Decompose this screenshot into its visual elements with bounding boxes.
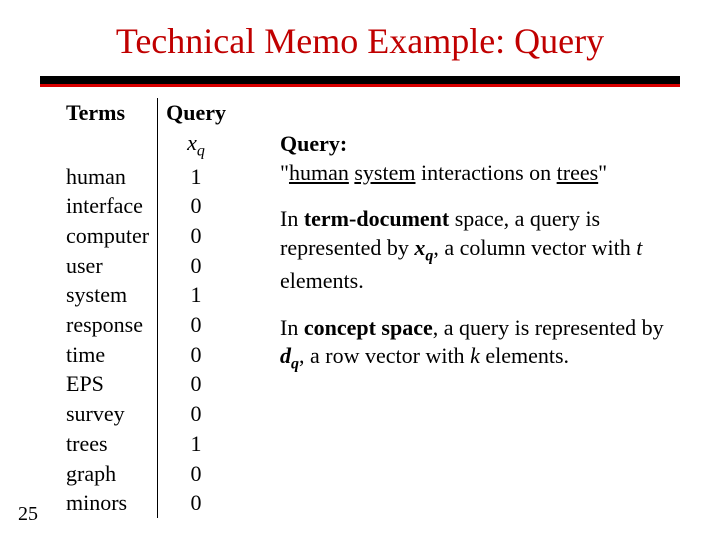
page-number: 25 <box>18 503 38 526</box>
term-cell: system <box>58 280 158 310</box>
value-cell: 0 <box>158 399 234 429</box>
value-cell: 0 <box>158 340 234 370</box>
term-cell: trees <box>58 429 158 459</box>
query-line: Query: "human system interactions on tre… <box>280 130 690 187</box>
term-cell: graph <box>58 459 158 489</box>
col-header-query: Query <box>158 98 234 128</box>
table-row: response0 <box>58 310 234 340</box>
value-cell: 0 <box>158 191 234 221</box>
table-row: trees1 <box>58 429 234 459</box>
term-cell: minors <box>58 488 158 518</box>
term-cell: EPS <box>58 369 158 399</box>
term-cell: survey <box>58 399 158 429</box>
table-row: system1 <box>58 280 234 310</box>
value-cell: 0 <box>158 488 234 518</box>
value-cell: 1 <box>158 162 234 192</box>
terms-table: Terms Query xq human1 interface0 compute… <box>58 98 234 518</box>
table-row: user0 <box>58 251 234 281</box>
term-cell: response <box>58 310 158 340</box>
table-row: interface0 <box>58 191 234 221</box>
paragraph-concept-space: In concept space, a query is represented… <box>280 314 690 376</box>
table-row: human1 <box>58 162 234 192</box>
term-cell: computer <box>58 221 158 251</box>
term-cell: human <box>58 162 158 192</box>
table-row: computer0 <box>58 221 234 251</box>
value-cell: 1 <box>158 280 234 310</box>
paragraph-term-document: In term-document space, a query is repre… <box>280 205 690 295</box>
value-cell: 0 <box>158 459 234 489</box>
col-header-terms: Terms <box>58 98 158 128</box>
term-cell: user <box>58 251 158 281</box>
body-text: Query: "human system interactions on tre… <box>280 130 690 393</box>
value-cell: 0 <box>158 251 234 281</box>
value-cell: 0 <box>158 221 234 251</box>
col-subheader-xq: xq <box>158 128 234 162</box>
value-cell: 1 <box>158 429 234 459</box>
table-row: EPS0 <box>58 369 234 399</box>
table-row: survey0 <box>58 399 234 429</box>
table-row: time0 <box>58 340 234 370</box>
divider-red <box>40 84 680 87</box>
slide-title: Technical Memo Example: Query <box>0 20 720 62</box>
value-cell: 0 <box>158 310 234 340</box>
value-cell: 0 <box>158 369 234 399</box>
term-cell: time <box>58 340 158 370</box>
table-row: minors0 <box>58 488 234 518</box>
term-cell: interface <box>58 191 158 221</box>
table-row: graph0 <box>58 459 234 489</box>
divider-black <box>40 76 680 84</box>
